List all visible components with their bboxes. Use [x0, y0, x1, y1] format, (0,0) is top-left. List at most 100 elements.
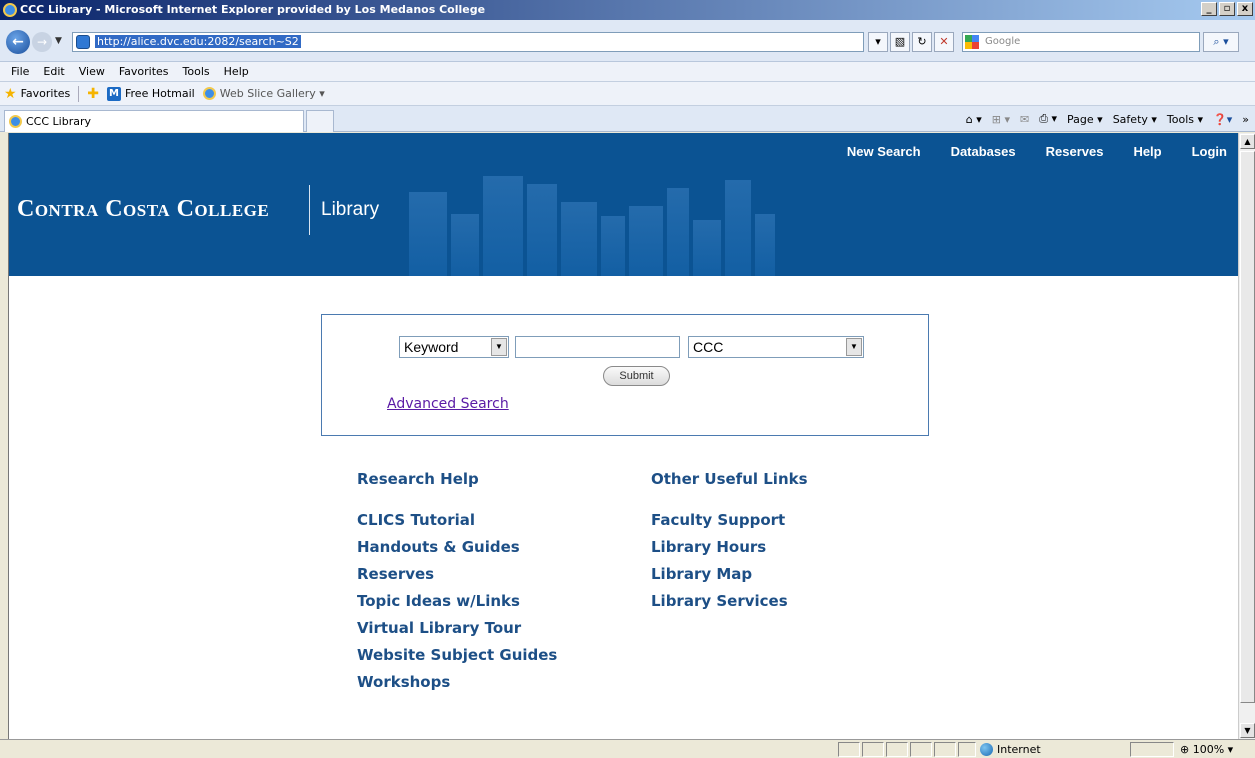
menu-favorites[interactable]: Favorites — [112, 65, 176, 78]
ie-logo-icon — [3, 3, 17, 17]
menu-edit[interactable]: Edit — [36, 65, 71, 78]
menu-tools[interactable]: Tools — [176, 65, 217, 78]
address-dropdown-icon[interactable]: ▾ — [868, 32, 888, 52]
search-placeholder: Google — [985, 36, 1021, 47]
link-subject-guides[interactable]: Website Subject Guides — [357, 642, 557, 669]
window-controls: _ ▫ x — [1201, 2, 1253, 16]
search-button[interactable]: ⌕ ▾ — [1203, 32, 1239, 52]
link-library-hours[interactable]: Library Hours — [651, 534, 808, 561]
link-reserves[interactable]: Reserves — [357, 561, 557, 588]
nav-new-search[interactable]: New Search — [847, 144, 921, 159]
internet-globe-icon — [980, 743, 993, 756]
zoom-icon: ⊕ — [1180, 743, 1190, 756]
scroll-down-icon[interactable]: ▼ — [1240, 723, 1255, 738]
mail-icon[interactable]: ✉ — [1020, 113, 1029, 126]
section-heading: Other Useful Links — [651, 470, 808, 488]
submit-button[interactable]: Submit — [603, 366, 670, 386]
vertical-scrollbar[interactable]: ▲ ▼ — [1238, 133, 1255, 739]
print-icon[interactable]: ⎙ ▾ — [1039, 112, 1057, 126]
link-virtual-tour[interactable]: Virtual Library Tour — [357, 615, 557, 642]
menu-file[interactable]: File — [4, 65, 36, 78]
zoom-level[interactable]: ⊕ 100% ▾ — [1180, 743, 1233, 756]
favorite-web-slice-gallery[interactable]: Web Slice Gallery ▾ — [202, 87, 325, 100]
favorites-button[interactable]: ★ Favorites — [4, 86, 70, 102]
ie-page-icon — [202, 87, 216, 100]
protected-mode-icon[interactable] — [1130, 742, 1174, 757]
minimize-button[interactable]: _ — [1201, 2, 1217, 16]
home-icon[interactable]: ⌂ ▾ — [966, 113, 982, 126]
link-handouts-guides[interactable]: Handouts & Guides — [357, 534, 557, 561]
link-library-map[interactable]: Library Map — [651, 561, 808, 588]
search-type-select[interactable]: Keyword ▼ — [399, 336, 509, 358]
window-title: CCC Library - Microsoft Internet Explore… — [20, 3, 486, 16]
menu-view[interactable]: View — [72, 65, 112, 78]
nav-help[interactable]: Help — [1133, 144, 1161, 159]
tab-bar: CCC Library ⌂ ▾ ⊞ ▾ ✉ ⎙ ▾ Page ▾ Safety … — [0, 106, 1255, 132]
divider — [78, 85, 80, 102]
nav-reserves[interactable]: Reserves — [1046, 144, 1104, 159]
new-tab-button[interactable] — [306, 110, 334, 132]
book-shape — [755, 214, 775, 276]
link-workshops[interactable]: Workshops — [357, 669, 557, 696]
favorite-free-hotmail[interactable]: M Free Hotmail — [107, 86, 195, 101]
add-favorite-icon[interactable]: ✚ — [87, 86, 99, 102]
page-menu[interactable]: Page ▾ — [1067, 113, 1103, 126]
book-shape — [483, 176, 523, 276]
address-bar[interactable]: http://alice.dvc.edu:2082/search~S2 — [72, 32, 864, 52]
search-scope-select[interactable]: CCC ▼ — [688, 336, 864, 358]
status-cell — [910, 742, 932, 757]
history-dropdown-icon[interactable]: ▼ — [55, 36, 62, 46]
url-text[interactable]: http://alice.dvc.edu:2082/search~S2 — [95, 35, 301, 48]
more-icon[interactable]: » — [1242, 113, 1249, 126]
back-button[interactable]: ← — [6, 30, 30, 54]
forward-button[interactable]: → — [32, 32, 52, 52]
chevron-down-icon: ▾ — [1227, 743, 1234, 756]
tab-title: CCC Library — [26, 115, 92, 128]
scroll-thumb[interactable] — [1240, 151, 1255, 703]
link-faculty-support[interactable]: Faculty Support — [651, 507, 808, 534]
command-bar: ⌂ ▾ ⊞ ▾ ✉ ⎙ ▾ Page ▾ Safety ▾ Tools ▾ ❓▾… — [966, 112, 1249, 126]
advanced-search-link[interactable]: Advanced Search — [387, 396, 509, 412]
tab-page-icon — [9, 115, 22, 128]
link-library-services[interactable]: Library Services — [651, 588, 808, 615]
catalog-search-panel: Keyword ▼ CCC ▼ Submit Advanced Search — [321, 314, 929, 436]
close-button[interactable]: x — [1237, 2, 1253, 16]
books-graphic — [389, 167, 789, 276]
status-bar: Internet ⊕ 100% ▾ — [0, 739, 1255, 758]
scroll-up-icon[interactable]: ▲ — [1240, 134, 1255, 149]
status-cell — [958, 742, 976, 757]
page-icon — [76, 35, 90, 49]
book-shape — [601, 216, 625, 276]
site-logo[interactable]: Contra Costa College — [17, 196, 269, 223]
nav-databases[interactable]: Databases — [951, 144, 1016, 159]
search-input[interactable]: Google — [962, 32, 1200, 52]
hotmail-icon: M — [107, 86, 121, 101]
research-help-section: Research Help CLICS Tutorial Handouts & … — [357, 470, 557, 696]
other-links-section: Other Useful Links Faculty Support Libra… — [651, 470, 808, 615]
maximize-button[interactable]: ▫ — [1219, 2, 1235, 16]
favorite-label: Free Hotmail — [125, 87, 195, 100]
tab-ccc-library[interactable]: CCC Library — [4, 110, 304, 132]
search-terms-input[interactable] — [515, 336, 680, 358]
book-shape — [725, 180, 751, 276]
refresh-icon[interactable]: ↻ — [912, 32, 932, 52]
page-viewport: New Search Databases Reserves Help Login… — [8, 133, 1238, 739]
search-scope-value: CCC — [693, 339, 724, 355]
favorites-label: Favorites — [20, 87, 71, 100]
nav-login[interactable]: Login — [1192, 144, 1227, 159]
menu-help[interactable]: Help — [217, 65, 256, 78]
book-shape — [451, 214, 479, 276]
stop-icon[interactable]: ✕ — [934, 32, 954, 52]
help-icon[interactable]: ❓▾ — [1213, 113, 1232, 126]
link-topic-ideas[interactable]: Topic Ideas w/Links — [357, 588, 557, 615]
status-cell — [838, 742, 860, 757]
tools-menu[interactable]: Tools ▾ — [1167, 113, 1203, 126]
compatibility-view-icon[interactable]: ▧ — [890, 32, 910, 52]
book-shape — [693, 220, 721, 276]
chevron-down-icon: ▼ — [846, 338, 862, 356]
favorites-bar: ★ Favorites ✚ M Free Hotmail Web Slice G… — [0, 82, 1255, 106]
search-type-value: Keyword — [404, 339, 459, 355]
link-clics-tutorial[interactable]: CLICS Tutorial — [357, 507, 557, 534]
safety-menu[interactable]: Safety ▾ — [1113, 113, 1157, 126]
feeds-icon[interactable]: ⊞ ▾ — [992, 113, 1010, 126]
